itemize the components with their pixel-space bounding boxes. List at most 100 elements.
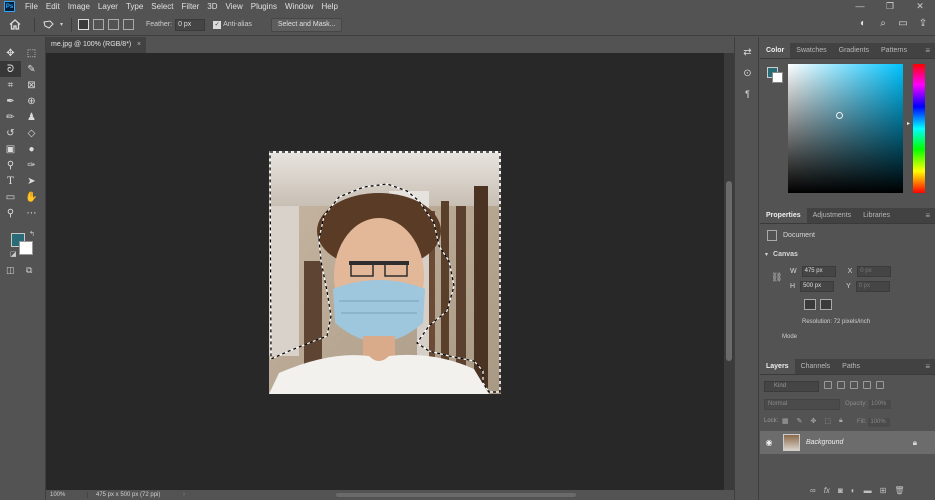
marquee-tool-icon[interactable]: ⬚ [21,45,42,61]
feather-input[interactable]: 0 px [175,18,206,31]
screen-mode-icon[interactable]: ⧉ [26,265,32,276]
lock-position-icon[interactable]: ✥ [811,417,817,425]
panel-menu-icon[interactable]: ≡ [925,359,935,374]
menu-help[interactable]: Help [317,0,341,13]
menu-plugins[interactable]: Plugins [247,0,281,13]
menu-image[interactable]: Image [64,0,94,13]
tab-properties[interactable]: Properties [760,208,807,223]
new-group-icon[interactable]: ▬ [864,486,872,495]
zoom-tool-icon[interactable]: ⚲ [0,205,21,221]
path-select-icon[interactable]: ➤ [21,173,42,189]
fill-control[interactable]: Fill: 100% [857,418,891,427]
shape-filter-icon[interactable] [863,381,871,389]
subtract-from-selection-button[interactable] [108,19,119,30]
tab-adjustments[interactable]: Adjustments [807,208,858,223]
smart-object-filter-icon[interactable] [876,381,884,389]
move-tool-icon[interactable]: ✥ [0,45,21,61]
select-and-mask-button[interactable]: Select and Mask... [270,17,343,32]
stamp-tool-icon[interactable]: ♟ [21,109,42,125]
add-to-selection-button[interactable] [93,19,104,30]
menu-3d[interactable]: 3D [203,0,221,13]
vertical-scrollbar[interactable] [724,53,734,490]
menu-view[interactable]: View [222,0,247,13]
default-colors-icon[interactable]: ◪ [10,250,17,258]
y-input[interactable]: 0 px [855,281,890,292]
eraser-tool-icon[interactable]: ◇ [21,125,42,141]
document-tab[interactable]: me.jpg @ 100% (RGB/8*) × [46,37,146,53]
canvas-section-header[interactable]: ▾ Canvas [765,251,798,258]
dodge-tool-icon[interactable]: ⚲ [0,157,21,173]
layer-style-icon[interactable]: fx [824,486,830,495]
add-mask-icon[interactable]: ◙ [838,486,843,495]
tool-preset-picker[interactable]: ▾ [39,19,67,30]
lock-artboard-icon[interactable]: ⬚ [824,417,831,425]
layer-filter-kind[interactable]: Kind [764,381,819,392]
status-menu-arrow[interactable]: › [183,492,185,498]
tab-paths[interactable]: Paths [836,359,866,374]
horizontal-scroll-thumb[interactable] [336,493,576,497]
visibility-eye-icon[interactable]: ◉ [760,438,778,447]
quick-mask-icon[interactable]: ◫ [6,265,15,276]
pen-tool-icon[interactable]: ✑ [21,157,42,173]
hand-tool-icon[interactable]: ✋ [21,189,42,205]
home-button[interactable] [0,19,30,30]
lasso-tool-icon[interactable]: ᘐ [0,61,21,77]
panel-menu-icon[interactable]: ≡ [925,43,935,58]
menu-select[interactable]: Select [147,0,177,13]
brush-tool-icon[interactable]: ✏ [0,109,21,125]
minimize-button[interactable]: — [845,0,875,13]
height-input[interactable]: 500 px [800,281,835,292]
adjustment-filter-icon[interactable] [837,381,845,389]
fill-input[interactable]: 100% [868,418,891,427]
pixel-filter-icon[interactable] [824,381,832,389]
x-input[interactable]: 0 px [857,266,892,277]
menu-edit[interactable]: Edit [42,0,64,13]
menu-window[interactable]: Window [281,0,317,13]
eyedropper-tool-icon[interactable]: ✒ [0,93,21,109]
type-filter-icon[interactable] [850,381,858,389]
close-tab-icon[interactable]: × [137,37,141,53]
color-field[interactable] [788,64,903,193]
type-tool-icon[interactable]: T [0,173,21,189]
restore-button[interactable]: ❐ [875,0,905,13]
link-icon[interactable]: ⛓ [771,272,782,283]
adjustment-layer-icon[interactable]: ◐ [851,486,856,495]
width-input[interactable]: 475 px [801,266,836,277]
crop-tool-icon[interactable]: ⌗ [0,77,21,93]
quick-select-tool-icon[interactable]: ✎ [21,61,42,77]
zoom-level[interactable]: 100% [46,492,88,498]
menu-file[interactable]: File [21,0,42,13]
brush-settings-icon[interactable]: ⊙ [735,68,760,79]
new-layer-icon[interactable]: ⊞ [880,486,887,495]
lock-all-icon[interactable]: 🔒︎ [839,417,843,425]
portrait-orientation-button[interactable] [804,299,816,310]
delete-layer-icon[interactable]: 🗑︎ [894,486,904,495]
color-panel-background-swatch[interactable] [772,72,783,83]
vertical-scroll-thumb[interactable] [726,181,732,361]
gradient-tool-icon[interactable]: ▣ [0,141,21,157]
workspace-icon[interactable]: ▭ [897,18,909,30]
tab-swatches[interactable]: Swatches [790,43,832,58]
tab-color[interactable]: Color [760,43,791,58]
search-icon[interactable]: ⌕ [877,18,889,30]
link-layers-icon[interactable]: ∞ [810,486,816,495]
lock-transparency-icon[interactable]: ▦ [782,417,789,425]
menu-filter[interactable]: Filter [178,0,204,13]
layer-name[interactable]: Background [806,439,843,446]
document-image[interactable] [269,151,501,394]
blur-tool-icon[interactable]: ● [21,141,42,157]
opacity-input[interactable]: 100% [869,400,892,409]
hue-slider[interactable] [913,64,925,193]
share-icon[interactable]: ◐ [857,18,869,30]
antialias-checkbox[interactable]: ✓ [213,20,222,29]
history-icon[interactable]: ⇄ [735,47,760,58]
opacity-control[interactable]: Opacity: 100% [845,400,892,409]
hue-slider-arrow-icon[interactable]: ▸ [907,120,910,127]
canvas-workspace[interactable] [46,53,724,490]
tab-libraries[interactable]: Libraries [857,208,896,223]
blend-mode-select[interactable]: Normal [764,399,840,410]
tab-channels[interactable]: Channels [795,359,837,374]
menu-layer[interactable]: Layer [94,0,122,13]
close-window-button[interactable]: ✕ [905,0,935,13]
tab-layers[interactable]: Layers [760,359,795,374]
